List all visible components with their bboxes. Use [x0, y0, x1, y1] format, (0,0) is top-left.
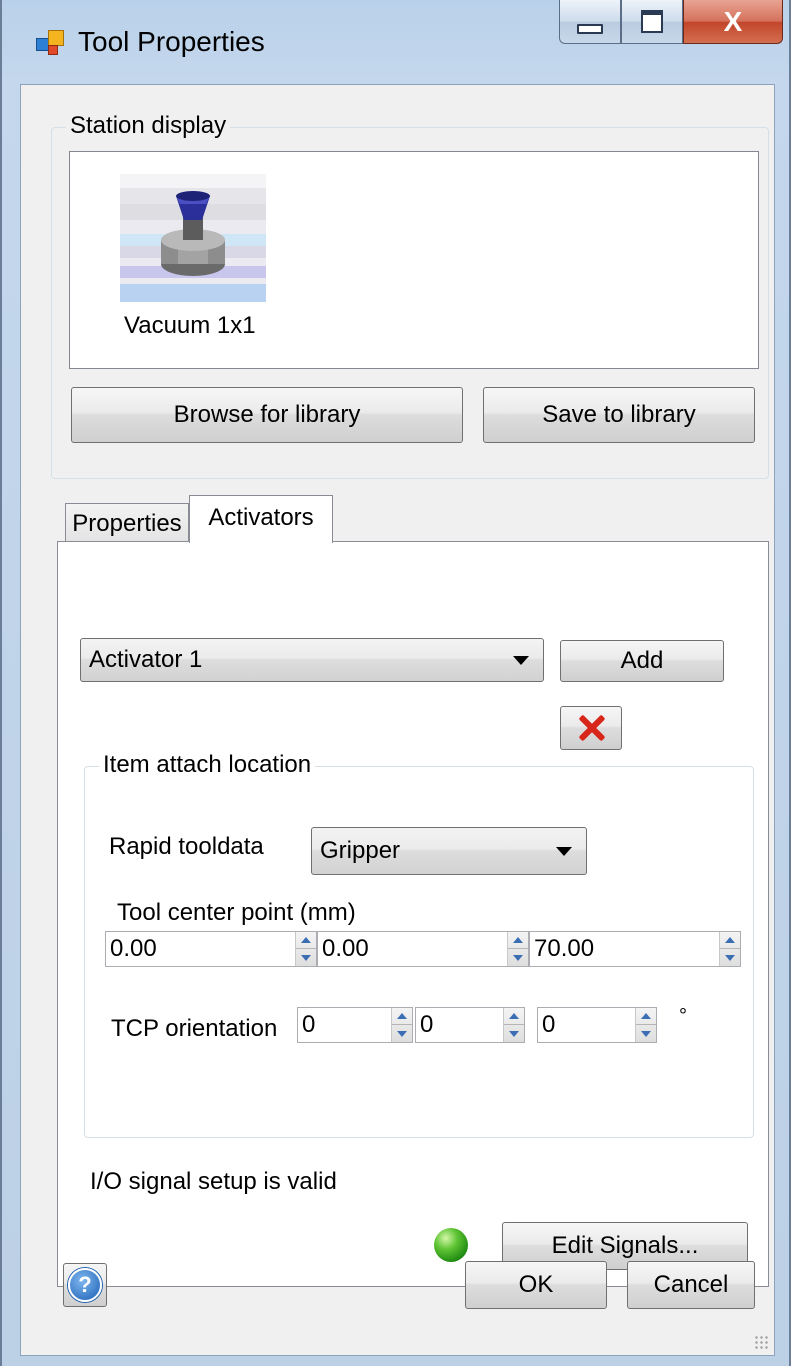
tcp-x-value: 0.00 [110, 935, 157, 962]
signal-status-text: I/O signal setup is valid [90, 1168, 337, 1195]
tcp-orientation-rx-value: 0 [302, 1011, 316, 1038]
dialog-client-area: Station display Vacuum 1x1 Browse for li… [20, 84, 775, 1356]
minimize-button[interactable] [559, 0, 621, 44]
maximize-icon [641, 10, 663, 33]
tcp-orientation-ry-field[interactable]: 0 [415, 1007, 525, 1043]
chevron-down-icon [556, 847, 572, 856]
minimize-icon [577, 23, 603, 34]
cancel-button[interactable]: Cancel [627, 1261, 755, 1309]
ok-button[interactable]: OK [465, 1261, 607, 1309]
tcp-y-spinner[interactable] [507, 932, 528, 966]
tcp-z-field[interactable]: 70.00 [529, 931, 741, 967]
tcp-y-field[interactable]: 0.00 [317, 931, 529, 967]
item-attach-location-group: Item attach location Rapid tooldata Grip… [84, 751, 754, 1138]
tcp-orientation-rz-field[interactable]: 0 [537, 1007, 657, 1043]
title-bar[interactable]: Tool Properties X [2, 0, 789, 84]
tcp-orientation-rx-field[interactable]: 0 [297, 1007, 413, 1043]
activator-select[interactable]: Activator 1 [80, 638, 544, 682]
station-display-label: Station display [66, 112, 231, 140]
browse-library-button[interactable]: Browse for library [71, 387, 463, 443]
tcp-orientation-ry-value: 0 [420, 1011, 434, 1038]
tcp-z-value: 70.00 [534, 935, 595, 962]
rapid-tooldata-value: Gripper [320, 837, 401, 864]
resize-grip-icon[interactable] [754, 1335, 768, 1349]
tcp-label: Tool center point (mm) [117, 899, 356, 926]
window-title: Tool Properties [78, 26, 265, 57]
maximize-button[interactable] [621, 0, 683, 44]
item-attach-location-label: Item attach location [99, 751, 316, 779]
activator-select-value: Activator 1 [89, 646, 203, 673]
tcp-orientation-rx-spinner[interactable] [391, 1008, 412, 1042]
tab-properties[interactable]: Properties [65, 503, 189, 543]
rapid-tooldata-label: Rapid tooldata [109, 833, 264, 860]
tcp-orientation-label: TCP orientation [111, 1015, 278, 1042]
help-button[interactable]: ? [63, 1263, 107, 1307]
tcp-x-spinner[interactable] [295, 932, 316, 966]
delete-icon [577, 714, 605, 742]
chevron-down-icon [513, 656, 529, 665]
tab-activators[interactable]: Activators [189, 495, 333, 543]
close-icon: X [723, 5, 743, 37]
tcp-y-value: 0.00 [322, 935, 369, 962]
close-button[interactable]: X [683, 0, 783, 44]
tcp-orientation-ry-spinner[interactable] [503, 1008, 524, 1042]
degree-unit-label: ° [679, 1005, 687, 1027]
activators-tab-panel: Activator 1 Add Item attach location Rap… [57, 541, 769, 1287]
dialog-window: Tool Properties X Station display Vacuum… [0, 0, 791, 1366]
save-library-button[interactable]: Save to library [483, 387, 755, 443]
tcp-orientation-rz-spinner[interactable] [635, 1008, 656, 1042]
caption-buttons: X [559, 0, 783, 46]
rapid-tooldata-select[interactable]: Gripper [311, 827, 587, 875]
app-icon [36, 30, 64, 56]
delete-activator-button[interactable] [560, 706, 622, 750]
vacuum-tool-thumbnail[interactable] [120, 174, 266, 302]
tcp-z-spinner[interactable] [719, 932, 740, 966]
help-icon: ? [68, 1268, 102, 1302]
tcp-x-field[interactable]: 0.00 [105, 931, 317, 967]
tcp-orientation-rz-value: 0 [542, 1011, 556, 1038]
status-led-icon [434, 1228, 468, 1262]
tool-name-label: Vacuum 1x1 [124, 312, 256, 339]
add-activator-button[interactable]: Add [560, 640, 724, 682]
station-display-panel: Vacuum 1x1 [69, 151, 759, 369]
